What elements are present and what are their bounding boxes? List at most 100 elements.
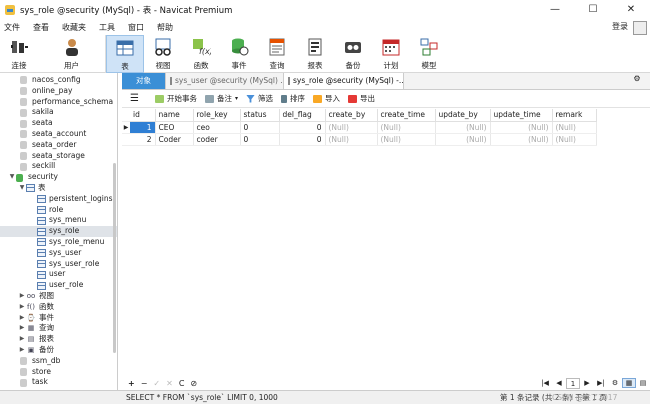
menu-icon[interactable]: ☰ — [130, 93, 139, 104]
tree-item-events[interactable]: ▶ ⌚ 事件 — [0, 313, 117, 324]
cell-status[interactable]: 0 — [240, 121, 280, 134]
tree-item-security[interactable]: ▼ security — [0, 172, 117, 183]
cell-update-by[interactable]: (Null) — [435, 121, 491, 134]
toolbar-backup[interactable]: 备份 — [334, 35, 372, 73]
export-button[interactable]: 导出 — [347, 93, 375, 104]
page-number-input[interactable]: 1 — [566, 377, 580, 389]
form-view-icon[interactable]: ▤ — [636, 379, 650, 387]
cell-remark[interactable]: (Null) — [552, 133, 597, 146]
chevron-right-icon[interactable]: ▶ — [18, 334, 26, 345]
toolbar-connection[interactable]: 连接 — [0, 35, 38, 73]
cell-remark[interactable]: (Null) — [552, 121, 597, 134]
tree-item-performance-schema[interactable]: performance_schema — [0, 97, 117, 108]
tab-objects[interactable]: 对象 — [122, 73, 166, 89]
column-header-update-by[interactable]: update_by — [435, 109, 491, 122]
chevron-down-icon[interactable]: ▼ — [18, 183, 26, 194]
tree-item-sys-role[interactable]: sys_role — [0, 226, 117, 237]
chevron-right-icon[interactable]: ▶ — [18, 313, 26, 324]
chevron-down-icon[interactable]: ▼ — [8, 172, 16, 183]
cell-create-by[interactable]: (Null) — [325, 121, 378, 134]
cell-role-key[interactable]: coder — [193, 133, 241, 146]
data-grid[interactable]: id name role_key status del_flag create_… — [122, 109, 597, 146]
menu-window[interactable]: 窗口 — [124, 22, 153, 33]
tree-item-role[interactable]: role — [0, 205, 117, 216]
sidebar-scrollbar[interactable] — [113, 163, 116, 353]
close-button[interactable]: ✕ — [612, 0, 650, 20]
tree-item-seckill[interactable]: seckill — [0, 161, 117, 172]
navigation-pane[interactable]: nacos_config online_pay performance_sche… — [0, 73, 118, 390]
menu-view[interactable]: 查看 — [29, 22, 58, 33]
tree-item-sys-user[interactable]: sys_user — [0, 248, 117, 259]
cell-role-key[interactable]: ceo — [193, 121, 241, 134]
column-header-name[interactable]: name — [155, 109, 194, 122]
menu-favorites[interactable]: 收藏夹 — [58, 22, 95, 33]
toolbar-schedule[interactable]: 计划 — [372, 35, 410, 73]
cell-update-time[interactable]: (Null) — [490, 121, 553, 134]
sort-button[interactable]: 排序 — [280, 93, 305, 104]
cell-create-time[interactable]: (Null) — [377, 133, 436, 146]
grid-view-icon[interactable]: ▦ — [622, 378, 636, 388]
tree-item-tables[interactable]: ▼ 表 — [0, 183, 117, 194]
cell-update-by[interactable]: (Null) — [435, 133, 491, 146]
page-settings-icon[interactable]: ⚙ — [608, 379, 622, 387]
cell-status[interactable]: 0 — [240, 133, 280, 146]
cell-del-flag[interactable]: 0 — [279, 121, 326, 134]
menu-tools[interactable]: 工具 — [95, 22, 124, 33]
menu-file[interactable]: 文件 — [0, 22, 29, 33]
toolbar-view[interactable]: 视图 — [144, 35, 182, 73]
refresh-button[interactable]: C — [179, 379, 185, 388]
chevron-right-icon[interactable]: ▶ — [18, 291, 26, 302]
tree-item-sakila[interactable]: sakila — [0, 107, 117, 118]
column-header-update-time[interactable]: update_time — [490, 109, 553, 122]
tree-item-user-role[interactable]: user_role — [0, 280, 117, 291]
cell-create-by[interactable]: (Null) — [325, 133, 378, 146]
tree-item-persistent-logins[interactable]: persistent_logins — [0, 194, 117, 205]
apply-button[interactable]: ✓ — [153, 379, 160, 388]
first-page-icon[interactable]: |◀ — [538, 379, 552, 387]
column-header-id[interactable]: id — [130, 109, 156, 122]
tree-item-queries[interactable]: ▶ ▦ 查询 — [0, 323, 117, 334]
last-page-icon[interactable]: ▶| — [594, 379, 608, 387]
cell-del-flag[interactable]: 0 — [279, 133, 326, 146]
tree-item-seata-account[interactable]: seata_account — [0, 129, 117, 140]
column-header-create-by[interactable]: create_by — [325, 109, 378, 122]
discard-button[interactable]: ✕ — [166, 379, 173, 388]
maximize-button[interactable]: ☐ — [574, 0, 612, 20]
toolbar-model[interactable]: 模型 — [410, 35, 448, 73]
tree-item-reports[interactable]: ▶ ▤ 报表 — [0, 334, 117, 345]
toolbar-query[interactable]: 查询 — [258, 35, 296, 73]
cell-id[interactable]: 1 — [130, 121, 156, 134]
add-record-button[interactable]: + — [128, 379, 135, 388]
cell-update-time[interactable]: (Null) — [490, 133, 553, 146]
next-page-icon[interactable]: ▶ — [580, 379, 594, 387]
tree-item-backups[interactable]: ▶ ▣ 备份 — [0, 345, 117, 356]
login-link[interactable]: 登录 — [612, 21, 628, 32]
tab-menu-icon[interactable]: ⚙ — [630, 74, 644, 88]
tree-item-sys-user-role[interactable]: sys_user_role — [0, 259, 117, 270]
toolbar-event[interactable]: 事件 — [220, 35, 258, 73]
tree-item-store[interactable]: store — [0, 367, 117, 378]
table-row[interactable]: 2 Coder coder 0 0 (Null) (Null) (Null) (… — [122, 133, 597, 146]
column-header-remark[interactable]: remark — [552, 109, 597, 122]
chevron-right-icon[interactable]: ▶ — [18, 302, 26, 313]
cell-name[interactable]: CEO — [155, 121, 194, 134]
column-header-del-flag[interactable]: del_flag — [279, 109, 326, 122]
toolbar-function[interactable]: f(x) 函数 — [182, 35, 220, 73]
table-row[interactable]: ▶ 1 CEO ceo 0 0 (Null) (Null) (Null) (Nu… — [122, 121, 597, 134]
chevron-right-icon[interactable]: ▶ — [18, 323, 26, 334]
menu-help[interactable]: 帮助 — [153, 22, 182, 33]
previous-page-icon[interactable]: ◀ — [552, 379, 566, 387]
tree-item-views[interactable]: ▶ oo 视图 — [0, 291, 117, 302]
tree-item-nacos-config[interactable]: nacos_config — [0, 75, 117, 86]
cell-create-time[interactable]: (Null) — [377, 121, 436, 134]
chevron-right-icon[interactable]: ▶ — [18, 345, 26, 356]
tab-sys-user[interactable]: sys_user @security (MySql) ... — [166, 73, 284, 89]
avatar[interactable] — [633, 21, 647, 35]
cell-id[interactable]: 2 — [130, 133, 156, 146]
tree-item-online-pay[interactable]: online_pay — [0, 86, 117, 97]
begin-transaction-button[interactable]: 开始事务 — [154, 93, 197, 104]
column-header-status[interactable]: status — [240, 109, 280, 122]
cell-name[interactable]: Coder — [155, 133, 194, 146]
tree-item-user[interactable]: user — [0, 269, 117, 280]
tab-sys-role[interactable]: sys_role @security (MySql) -... — [284, 73, 404, 89]
